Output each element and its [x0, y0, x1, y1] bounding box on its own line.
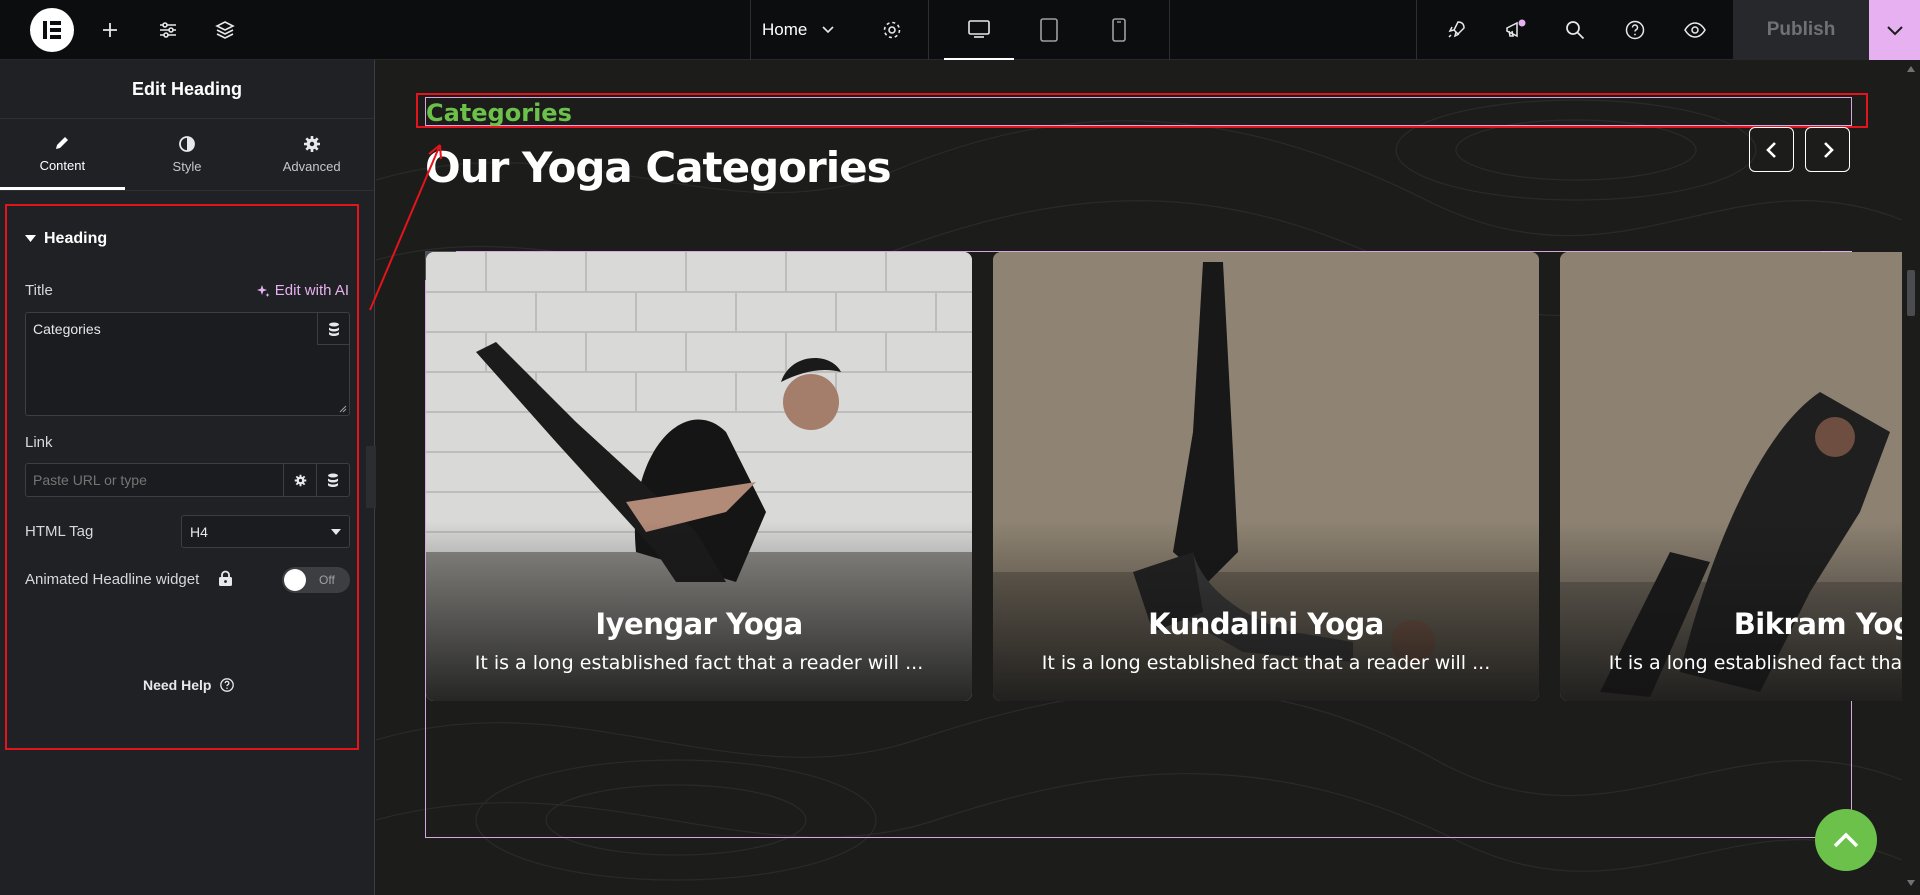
preview-canvas: Categories Our Yoga Categories Iyengar Y…: [376, 60, 1902, 895]
mobile-view-icon[interactable]: [1084, 0, 1154, 60]
heading-widget-highlight: [416, 93, 1868, 128]
card-title: Iyengar Yoga: [595, 607, 803, 641]
link-label: Link: [25, 434, 53, 451]
toggle-knob: [284, 569, 306, 591]
publish-options-button[interactable]: [1869, 0, 1920, 60]
card-text: It is a long established fact that a rea…: [1041, 652, 1491, 674]
desktop-view-icon[interactable]: [944, 0, 1014, 60]
link-field: [25, 463, 350, 497]
page-name: Home: [762, 20, 808, 39]
need-help-label: Need Help: [143, 677, 212, 693]
link-input[interactable]: [26, 464, 283, 496]
tab-content[interactable]: Content: [0, 119, 125, 190]
page-selector[interactable]: Home: [762, 0, 862, 60]
title-value: Categories: [33, 321, 101, 337]
edit-with-ai-label: Edit with AI: [274, 282, 349, 299]
add-element-icon[interactable]: [92, 0, 128, 60]
link-options-button[interactable]: [283, 464, 316, 496]
html-tag-label: HTML Tag: [25, 523, 94, 540]
caret-down-icon: [25, 235, 36, 242]
site-settings-icon[interactable]: [150, 0, 186, 60]
scroll-down-arrow-icon[interactable]: [1907, 880, 1915, 886]
scrollbar-thumb[interactable]: [1907, 270, 1915, 316]
top-bar: Home Publish: [0, 0, 1920, 60]
edit-with-ai-button[interactable]: Edit with AI: [256, 282, 349, 299]
help-icon[interactable]: [1617, 0, 1653, 60]
database-icon: [328, 322, 339, 336]
chevron-up-icon: [1833, 832, 1859, 848]
title-label: Title: [25, 282, 53, 299]
category-card[interactable]: Bikram Yoga It is a long established fac…: [1560, 252, 1902, 701]
tablet-view-icon[interactable]: [1014, 0, 1084, 60]
card-text: It is a long established fact that a rea…: [474, 652, 924, 674]
html-tag-value: H4: [190, 524, 208, 540]
scroll-to-top-button[interactable]: [1815, 809, 1877, 871]
need-help-link[interactable]: Need Help: [143, 677, 235, 693]
gear-icon: [303, 136, 320, 152]
title-textarea[interactable]: Categories: [25, 312, 350, 416]
structure-layers-icon[interactable]: [207, 0, 243, 60]
page-settings-gear-icon[interactable]: [874, 0, 910, 60]
category-card[interactable]: Iyengar Yoga It is a long established fa…: [426, 252, 972, 701]
section-subheading[interactable]: Categories: [426, 99, 572, 127]
toggle-label: Off: [319, 573, 335, 587]
tab-style[interactable]: Style: [125, 119, 250, 190]
preview-eye-icon[interactable]: [1677, 0, 1713, 60]
animated-headline-label: Animated Headline widget: [25, 571, 200, 588]
animated-headline-toggle[interactable]: Off: [282, 567, 350, 593]
rocket-icon[interactable]: [1438, 0, 1474, 60]
sparkle-icon: [256, 284, 270, 297]
link-dynamic-tags-button[interactable]: [316, 464, 349, 496]
chevron-right-icon: [1823, 141, 1834, 158]
carousel-prev-button[interactable]: [1749, 127, 1794, 172]
tab-label: Advanced: [282, 159, 341, 174]
announcements-megaphone-icon[interactable]: [1497, 0, 1533, 60]
card-title: Kundalini Yoga: [1148, 607, 1384, 641]
help-icon: [220, 678, 235, 692]
half-circle-icon: [179, 136, 195, 152]
tab-label: Style: [172, 159, 202, 174]
section-title: Heading: [44, 230, 108, 247]
chevron-left-icon: [1765, 141, 1776, 158]
card-text: It is a long established fact that a rea…: [1608, 652, 1902, 674]
chevron-down-icon: [1886, 26, 1903, 36]
scroll-up-arrow-icon[interactable]: [1907, 66, 1915, 72]
database-icon: [328, 473, 338, 487]
annotation-arrow: [369, 144, 442, 311]
tab-label: Content: [39, 157, 86, 173]
category-card[interactable]: Kundalini Yoga It is a long established …: [993, 252, 1539, 701]
dynamic-tags-button[interactable]: [317, 313, 349, 345]
search-icon[interactable]: [1557, 0, 1593, 60]
chevron-down-icon: [822, 26, 834, 34]
caret-down-icon: [331, 529, 341, 535]
heading-section-toggle[interactable]: Heading: [25, 230, 107, 248]
elementor-logo-icon[interactable]: [30, 8, 74, 52]
resize-handle-icon[interactable]: [339, 405, 347, 413]
editor-panel: Edit Heading Content Style Advanced Head…: [0, 60, 375, 895]
section-heading: Our Yoga Categories: [425, 143, 892, 192]
html-tag-select[interactable]: H4: [181, 515, 350, 548]
panel-title: Edit Heading: [0, 60, 374, 119]
publish-button[interactable]: Publish: [1733, 0, 1869, 60]
carousel-next-button[interactable]: [1805, 127, 1850, 172]
card-title: Bikram Yoga: [1733, 607, 1902, 641]
tab-advanced[interactable]: Advanced: [249, 119, 374, 190]
gear-icon: [294, 474, 306, 486]
pencil-icon: [56, 136, 69, 149]
lock-icon: [219, 570, 232, 586]
panel-tabs: Content Style Advanced: [0, 119, 374, 191]
page-scrollbar[interactable]: [1902, 60, 1920, 895]
